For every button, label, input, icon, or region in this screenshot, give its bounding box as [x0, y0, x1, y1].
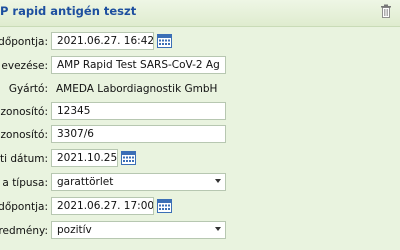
result-time-input[interactable]: 2021.06.27. 17:00 — [51, 197, 154, 215]
test-name-input[interactable]: AMP Rapid Test SARS-CoV-2 Ag — [51, 56, 226, 74]
dropdown-arrow-icon[interactable] — [215, 179, 221, 183]
id-1-label: azonosító: — [0, 106, 48, 118]
calendar-icon[interactable] — [157, 198, 172, 213]
row-result: redmény: pozitív — [0, 220, 400, 242]
expiry-date-label: ati dátum: — [0, 153, 48, 165]
expiry-date-input[interactable]: 2021.10.25. — [51, 149, 118, 167]
panel-header: P rapid antigén teszt — [0, 0, 400, 27]
calendar-icon[interactable] — [121, 150, 136, 165]
row-sample-type: a típusa: garattörlet — [0, 172, 400, 194]
manufacturer-label: Gyártó: — [8, 83, 48, 95]
sample-type-label: a típusa: — [2, 177, 48, 189]
row-id-1: azonosító: 12345 — [0, 101, 400, 123]
id-1-input[interactable]: 12345 — [51, 102, 226, 120]
sampling-time-label: időpontja: — [0, 36, 48, 48]
id-2-input[interactable]: 3307/6 — [51, 125, 226, 143]
id-2-label: azonosító: — [0, 129, 48, 141]
test-name-label: evezése: — [1, 60, 48, 72]
panel-title: P rapid antigén teszt — [0, 4, 137, 18]
manufacturer-value: AMEDA Labordiagnostik GmbH — [56, 83, 218, 95]
dropdown-arrow-icon[interactable] — [215, 227, 221, 231]
row-test-name: evezése: AMP Rapid Test SARS-CoV-2 Ag — [0, 55, 400, 77]
result-select[interactable]: pozitív — [51, 221, 226, 239]
row-expiry-date: ati dátum: 2021.10.25. — [0, 148, 400, 170]
row-sampling-time: időpontja: 2021.06.27. 16:42 — [0, 31, 400, 53]
trash-icon[interactable] — [380, 3, 392, 19]
sampling-time-input[interactable]: 2021.06.27. 16:42 — [51, 32, 154, 50]
row-id-2: azonosító: 3307/6 — [0, 124, 400, 146]
calendar-icon[interactable] — [157, 33, 172, 48]
row-result-time: időpontja: 2021.06.27. 17:00 — [0, 196, 400, 218]
result-label: redmény: — [0, 225, 48, 237]
result-time-label: időpontja: — [0, 201, 48, 213]
row-manufacturer: Gyártó: AMEDA Labordiagnostik GmbH — [0, 78, 400, 100]
sample-type-select[interactable]: garattörlet — [51, 173, 226, 191]
